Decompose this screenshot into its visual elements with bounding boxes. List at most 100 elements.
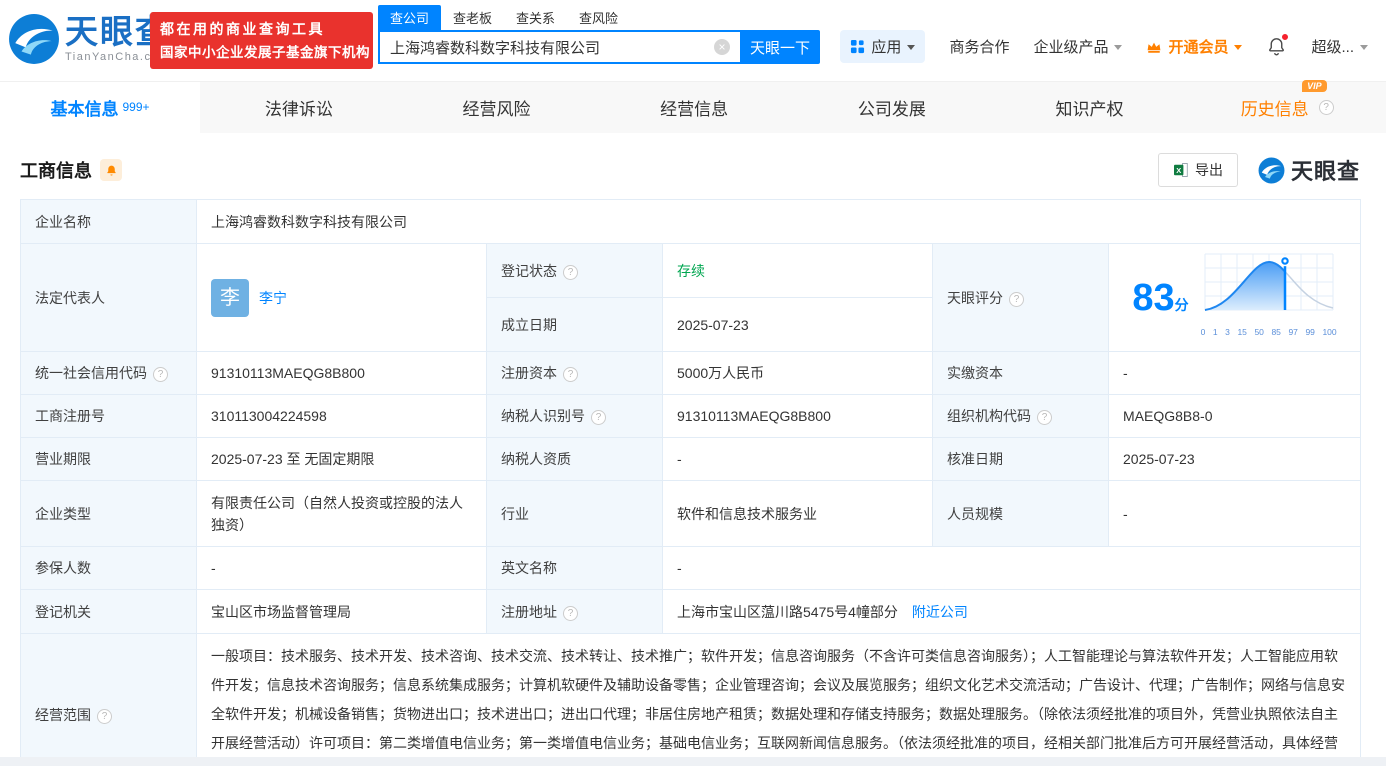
- chevron-down-icon: [1360, 45, 1368, 50]
- search-area: 查公司 查老板 查关系 查风险 × 天眼一下: [378, 5, 820, 64]
- notification-bell[interactable]: [1266, 33, 1290, 57]
- field-label: 经营范围?: [20, 633, 197, 757]
- notification-red-dot: [1281, 33, 1290, 41]
- company-name-value: 上海鸿睿数科数字科技有限公司: [196, 199, 1361, 244]
- legal-rep-link[interactable]: 李宁: [259, 287, 287, 309]
- clear-icon[interactable]: ×: [714, 39, 730, 55]
- field-value: 91310113MAEQG8B800: [662, 394, 933, 438]
- search-tab-risk[interactable]: 查风险: [567, 5, 630, 30]
- help-icon[interactable]: ?: [1037, 410, 1052, 425]
- help-icon[interactable]: ?: [563, 264, 578, 280]
- field-value: -: [1108, 480, 1361, 547]
- table-row: 经营范围? 一般项目：技术服务、技术开发、技术咨询、技术交流、技术转让、技术推广…: [20, 633, 1361, 757]
- slogan-line2: 国家中小企业发展子基金旗下机构: [160, 44, 370, 60]
- company-search-input[interactable]: [378, 30, 740, 64]
- logo-swirl-icon: [1258, 157, 1285, 183]
- nav-enterprise-label: 企业级产品: [1033, 39, 1109, 56]
- table-row: 统一社会信用代码? 91310113MAEQG8B800 注册资本? 5000万…: [20, 351, 1361, 395]
- score-value: 83: [1132, 276, 1175, 319]
- nav-enterprise-products[interactable]: 企业级产品: [1033, 36, 1123, 57]
- field-value: 宝山区市场监督管理局: [196, 589, 487, 634]
- legal-rep-cell: 李 李宁: [196, 243, 487, 352]
- tab-history-info[interactable]: 历史信息 VIP ?: [1188, 80, 1386, 133]
- field-value: 5000万人民币: [662, 351, 933, 395]
- status-badge: 存续: [662, 243, 933, 298]
- score-unit: 分: [1174, 296, 1189, 313]
- help-icon[interactable]: ?: [591, 410, 606, 425]
- table-row: 参保人数 - 英文名称 -: [20, 546, 1361, 590]
- section-title: 工商信息: [20, 161, 92, 181]
- search-tab-boss[interactable]: 查老板: [441, 5, 504, 30]
- bell-icon: [106, 165, 116, 176]
- tab-business-info[interactable]: 经营信息: [595, 82, 793, 133]
- table-row: 企业类型 有限责任公司（自然人投资或控股的法人独资） 行业 软件和信息技术服务业…: [20, 480, 1361, 547]
- address-cell: 上海市宝山区蕰川路5475号4幢部分 附近公司: [662, 589, 1361, 634]
- nav-apps[interactable]: 应用: [840, 30, 926, 63]
- search-tab-relation[interactable]: 查关系: [504, 5, 567, 30]
- tab-count-badge: 999+: [122, 99, 150, 114]
- main-content: 工商信息 X 导出 天眼查 企业名称 上海鸿睿数科数字科技有限公司 法定代表人 …: [0, 133, 1386, 757]
- svg-text:X: X: [1176, 166, 1181, 175]
- nav-super-vip-label: 超级...: [1311, 39, 1354, 56]
- table-row: 企业名称 上海鸿睿数科数字科技有限公司: [20, 199, 1361, 244]
- field-value: 2025-07-23 至 无固定期限: [196, 437, 487, 481]
- search-button[interactable]: 天眼一下: [740, 30, 820, 64]
- field-value: -: [196, 546, 487, 590]
- top-header: 天眼查 TianYanCha.com 都在用的商业查询工具 国家中小企业发展子基…: [0, 0, 1386, 81]
- field-label: 企业类型: [20, 480, 197, 547]
- field-label: 登记机关: [20, 589, 197, 634]
- tab-company-development[interactable]: 公司发展: [793, 82, 991, 133]
- field-label: 法定代表人: [20, 243, 197, 352]
- tab-business-risk[interactable]: 经营风险: [398, 82, 596, 133]
- export-button[interactable]: X 导出: [1157, 153, 1238, 187]
- tab-legal-litigation[interactable]: 法律诉讼: [200, 82, 398, 133]
- chevron-down-icon: [907, 45, 916, 50]
- help-icon[interactable]: ?: [563, 367, 578, 382]
- field-value: -: [662, 437, 933, 481]
- tyc-logo[interactable]: 天眼查 TianYanCha.com: [8, 13, 170, 65]
- table-row: 登记机关 宝山区市场监督管理局 注册地址? 上海市宝山区蕰川路5475号4幢部分…: [20, 589, 1361, 634]
- field-label: 行业: [486, 480, 663, 547]
- vip-badge: VIP: [1302, 80, 1327, 92]
- watermark-logo: 天眼查: [1258, 154, 1360, 186]
- legal-rep-avatar[interactable]: 李: [211, 278, 249, 317]
- field-value: 91310113MAEQG8B800: [196, 351, 487, 395]
- chevron-down-icon: [1114, 45, 1123, 50]
- monitor-bell-chip[interactable]: [100, 159, 122, 181]
- nav-business-cooperation[interactable]: 商务合作: [949, 36, 1009, 57]
- tab-label: 经营风险: [462, 100, 531, 119]
- field-value: -: [662, 546, 1361, 590]
- field-value: -: [1108, 351, 1361, 395]
- tab-label: 公司发展: [857, 100, 926, 119]
- tab-label: 知识产权: [1055, 100, 1124, 119]
- nav-vip-label: 开通会员: [1168, 39, 1229, 56]
- tab-basic-info[interactable]: 基本信息 999+: [0, 82, 200, 133]
- help-icon[interactable]: ?: [153, 367, 168, 382]
- search-tab-company[interactable]: 查公司: [378, 5, 442, 30]
- nav-open-vip[interactable]: 开通会员: [1146, 36, 1243, 57]
- help-icon[interactable]: ?: [97, 708, 112, 724]
- help-icon[interactable]: ?: [1318, 100, 1334, 115]
- field-label: 注册地址?: [486, 589, 663, 634]
- brand-slogan: 都在用的商业查询工具 国家中小企业发展子基金旗下机构: [150, 12, 373, 69]
- field-value: 310113004224598: [196, 394, 487, 438]
- nav-super-vip[interactable]: 超级...: [1311, 36, 1368, 57]
- apps-grid-icon: [851, 39, 865, 54]
- field-label: 组织机构代码?: [932, 394, 1109, 438]
- watermark-text: 天眼查: [1290, 159, 1360, 184]
- field-label: 成立日期: [486, 297, 663, 352]
- field-value: 2025-07-23: [662, 297, 933, 352]
- field-value: 有限责任公司（自然人投资或控股的法人独资）: [196, 480, 487, 547]
- table-row: 法定代表人 李 李宁 登记状态? 存续 天眼评分? 83分 0 1 3 15 5…: [20, 243, 1361, 352]
- nearby-company-link[interactable]: 附近公司: [912, 604, 968, 620]
- field-label: 天眼评分?: [932, 243, 1109, 352]
- tab-label: 法律诉讼: [264, 100, 333, 119]
- field-label: 纳税人资质: [486, 437, 663, 481]
- search-type-tabs: 查公司 查老板 查关系 查风险: [378, 5, 820, 30]
- help-icon[interactable]: ?: [1009, 291, 1024, 307]
- help-icon[interactable]: ?: [563, 605, 578, 621]
- field-label: 工商注册号: [20, 394, 197, 438]
- field-label: 统一社会信用代码?: [20, 351, 197, 395]
- tab-label: 基本信息: [50, 100, 119, 119]
- tab-intellectual-property[interactable]: 知识产权: [991, 82, 1189, 133]
